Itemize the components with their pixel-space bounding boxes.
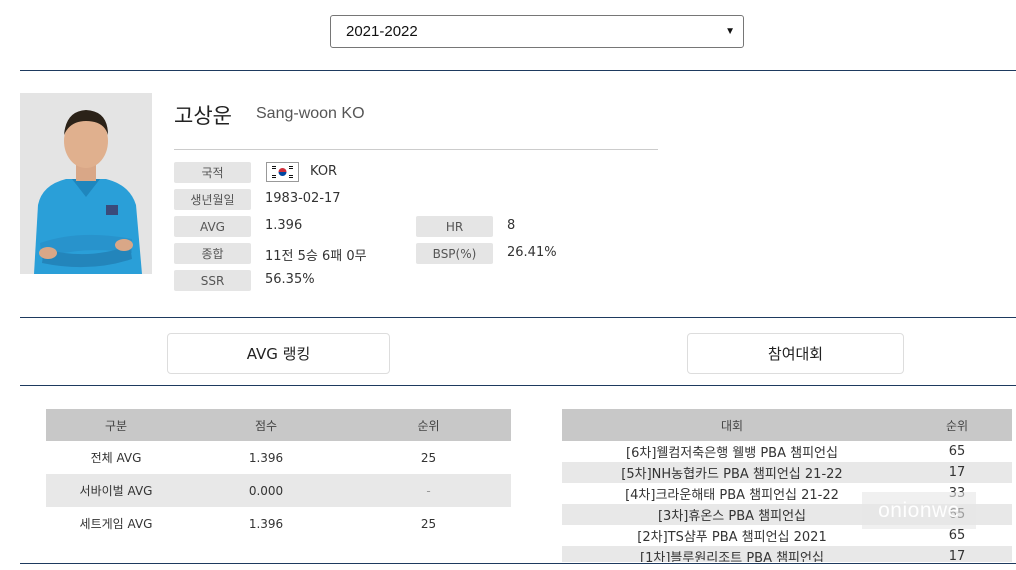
score-cell: 0.000 — [186, 474, 346, 507]
divider — [20, 563, 1016, 564]
rank-cell: 17 — [902, 546, 1012, 562]
season-select[interactable]: 2021-2022 ▼ — [330, 15, 744, 48]
table-row: 전체 AVG 1.396 25 — [46, 441, 511, 474]
rank-cell: 65 — [948, 444, 966, 459]
rank-cell: 17 — [902, 462, 1012, 483]
total-label: 종합 — [174, 243, 251, 264]
divider — [20, 385, 1016, 386]
ssr-label: SSR — [174, 270, 251, 291]
table-row: 세트게임 AVG 1.396 25 — [46, 507, 511, 540]
column-header: 순위 — [902, 409, 1012, 441]
table-row: 서바이벌 AVG 0.000 - — [46, 474, 511, 507]
divider — [20, 70, 1016, 71]
tournament-table: 대회 순위 [6차]웰컴저축은행 웰뱅 PBA 챔피언십 65 [5차]NH농협… — [562, 409, 1012, 562]
total-value: 11전 5승 6패 0무 — [265, 249, 367, 264]
column-header: 구분 — [46, 409, 186, 441]
birth-value: 1983-02-17 — [265, 191, 341, 206]
column-header: 점수 — [186, 409, 346, 441]
avg-value: 1.396 — [265, 218, 303, 233]
bsp-value: 26.41% — [507, 245, 557, 260]
divider — [20, 317, 1016, 318]
nationality-value: KOR — [310, 164, 338, 179]
tournament-name-cell: [4차]크라운해태 PBA 챔피언십 21-22 — [625, 488, 839, 503]
category-cell: 세트게임 AVG — [79, 517, 153, 531]
column-header: 순위 — [346, 409, 511, 441]
score-cell: 1.396 — [248, 516, 284, 531]
birth-label: 생년월일 — [174, 189, 251, 210]
score-cell: 1.396 — [248, 450, 284, 465]
tournament-name-cell: [2차]TS샴푸 PBA 챔피언십 2021 — [637, 530, 827, 545]
table-row[interactable]: [1차]블루원리조트 PBA 챔피언십 17 — [562, 546, 1012, 562]
nationality-label: 국적 — [174, 162, 251, 183]
player-name-korean: 고상운 — [174, 104, 232, 128]
column-header: 대회 — [562, 409, 902, 441]
avg-ranking-table: 구분 점수 순위 전체 AVG 1.396 25 서바이벌 AVG 0.000 … — [46, 409, 511, 540]
table-row[interactable]: [6차]웰컴저축은행 웰뱅 PBA 챔피언십 65 — [562, 441, 1012, 462]
watermark: onionwe — [862, 492, 976, 529]
tournament-name-cell: [1차]블루원리조트 PBA 챔피언십 — [562, 546, 902, 562]
avg-ranking-button[interactable]: AVG 랭킹 — [167, 333, 390, 374]
korea-flag-icon — [266, 162, 299, 182]
hr-label: HR — [416, 216, 493, 237]
hr-value: 8 — [507, 218, 516, 233]
table-header-row: 대회 순위 — [562, 409, 1012, 441]
tournament-name-cell: [5차]NH농협카드 PBA 챔피언십 21-22 — [562, 462, 902, 483]
tournament-list-scroll[interactable]: 대회 순위 [6차]웰컴저축은행 웰뱅 PBA 챔피언십 65 [5차]NH농협… — [562, 409, 1012, 562]
category-cell: 전체 AVG — [90, 451, 142, 465]
tournaments-button[interactable]: 참여대회 — [687, 333, 904, 374]
rank-cell: 25 — [420, 450, 437, 465]
rank-cell: - — [346, 474, 511, 507]
tournament-name-cell: [3차]휴온스 PBA 챔피언십 — [562, 504, 902, 525]
table-row[interactable]: [5차]NH농협카드 PBA 챔피언십 21-22 17 — [562, 462, 1012, 483]
name-divider — [174, 149, 658, 150]
avg-label: AVG — [174, 216, 251, 237]
ssr-value: 56.35% — [265, 272, 315, 287]
player-photo — [20, 93, 152, 274]
rank-cell: 25 — [420, 516, 437, 531]
category-cell: 서바이벌 AVG — [46, 474, 186, 507]
tournament-name-cell: [6차]웰컴저축은행 웰뱅 PBA 챔피언십 — [626, 446, 838, 461]
bsp-label: BSP(%) — [416, 243, 493, 264]
player-name-english: Sang-woon KO — [256, 105, 365, 122]
table-header-row: 구분 점수 순위 — [46, 409, 511, 441]
season-select-value: 2021-2022 — [346, 23, 418, 40]
chevron-down-icon: ▼ — [725, 26, 735, 37]
